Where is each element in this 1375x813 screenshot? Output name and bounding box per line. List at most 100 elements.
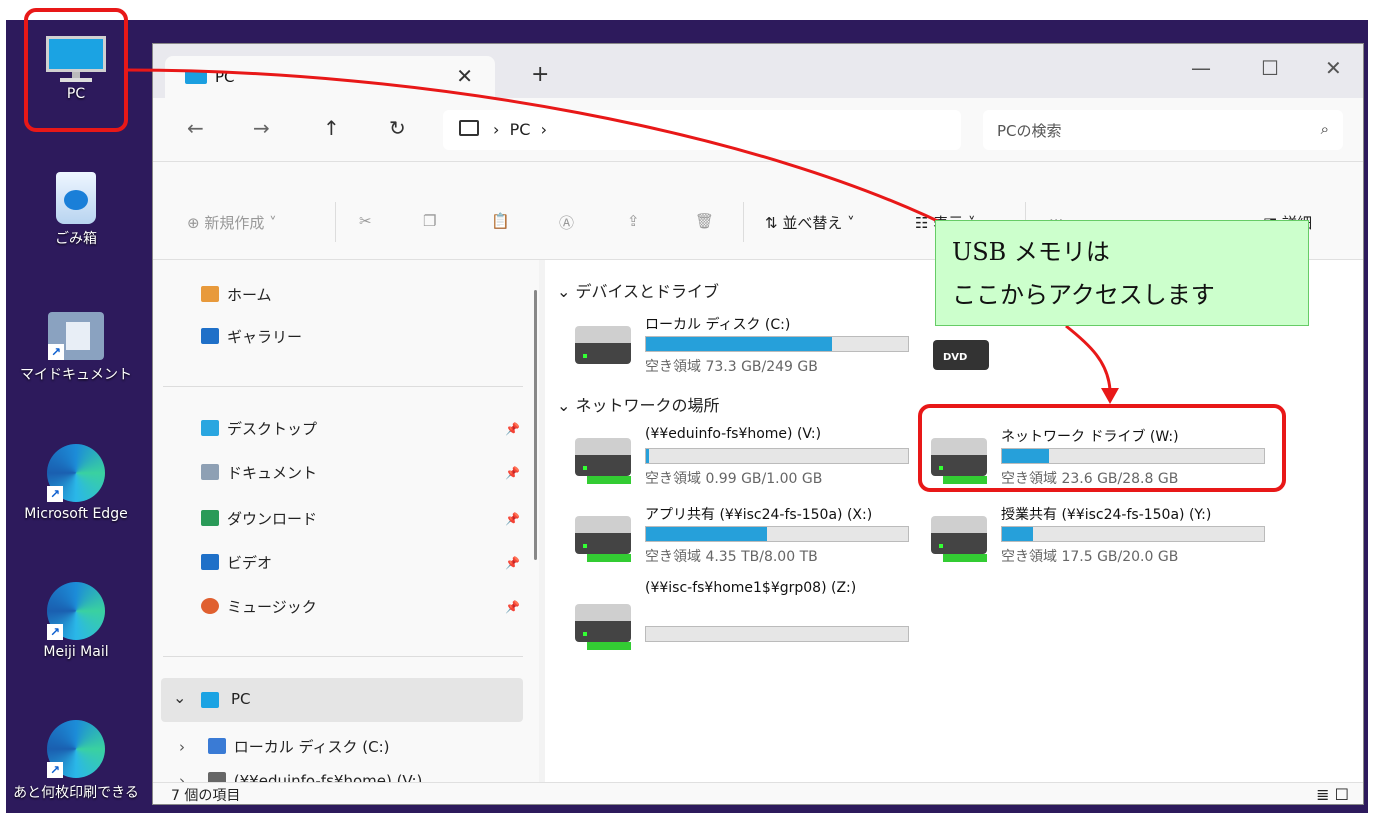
nav-item-label: ミュージック: [227, 598, 317, 616]
music-icon: [201, 598, 219, 614]
drive-y[interactable]: 授業共有 (¥¥isc24-fs-150a) (Y:) 空き領域 17.5 GB…: [931, 504, 1271, 565]
edge-icon: ↗: [47, 582, 105, 640]
dvd-drive[interactable]: DVD: [933, 330, 989, 374]
network-drive-icon: [575, 604, 631, 650]
documents-folder-icon: ↗: [48, 312, 104, 360]
monitor-icon: [459, 120, 479, 136]
tab-pc[interactable]: PC ✕: [165, 56, 495, 98]
nav-item-gallery[interactable]: ギャラリー: [201, 326, 302, 347]
callout-line-2: ここからアクセスします: [952, 281, 1215, 309]
nav-item-pc[interactable]: ⌄ PC: [161, 678, 523, 722]
minimize-button[interactable]: —: [1191, 56, 1211, 80]
monitor-icon: [201, 692, 219, 708]
nav-item-label: ギャラリー: [227, 328, 303, 346]
network-drive-icon: [575, 438, 631, 484]
rename-icon[interactable]: Ⓐ: [559, 212, 574, 233]
drive-c[interactable]: ローカル ディスク (C:) 空き領域 73.3 GB/249 GB: [575, 314, 915, 375]
pin-icon: 📌: [505, 556, 520, 570]
new-button[interactable]: ⊕ 新規作成 ˅: [187, 212, 277, 233]
address-bar-row: ← → ↑ ↻ › PC › PCの検索 ⌕: [153, 98, 1363, 162]
divider: [743, 202, 744, 242]
delete-icon[interactable]: 🗑: [695, 212, 714, 230]
local-drive-icon: [575, 326, 631, 364]
video-icon: [201, 554, 219, 570]
pin-icon: 📌: [505, 512, 520, 526]
status-bar: 7 個の項目 ≣ ☐: [153, 782, 1363, 804]
cut-icon[interactable]: ✂: [359, 212, 372, 230]
shortcut-arrow-icon: ↗: [48, 344, 64, 360]
highlight-network-drive: [918, 404, 1286, 492]
desktop-icon-my-documents[interactable]: ↗ マイドキュメント: [6, 312, 146, 384]
nav-item-music[interactable]: ミュージック: [201, 596, 317, 617]
drive-usage-fill: [646, 449, 649, 463]
desktop-icon-meiji-mail[interactable]: ↗ Meiji Mail: [6, 582, 146, 660]
drive-usage-fill: [646, 337, 833, 351]
nav-item-label: デスクトップ: [227, 420, 318, 438]
drive-usage-bar: [645, 526, 909, 542]
chevron-right-icon[interactable]: ›: [179, 738, 185, 756]
desktop-icon-print-count[interactable]: ↗ あと何枚印刷できる: [6, 720, 146, 802]
breadcrumb: › PC ›: [493, 120, 547, 139]
new-tab-button[interactable]: +: [531, 62, 549, 87]
group-header-network[interactable]: ⌄ ネットワークの場所: [557, 392, 720, 416]
desktop-icon-label: Meiji Mail: [43, 644, 109, 660]
up-button[interactable]: ↑: [323, 116, 340, 140]
drive-name: アプリ共有 (¥¥isc24-fs-150a) (X:): [645, 507, 873, 523]
navigation-scrollbar[interactable]: [534, 290, 537, 560]
group-header-devices[interactable]: ⌄ デバイスとドライブ: [557, 278, 719, 302]
nav-item-documents[interactable]: ドキュメント: [201, 462, 317, 483]
pin-icon: 📌: [505, 466, 520, 480]
highlight-pc-icon: [24, 8, 128, 132]
maximize-button[interactable]: ☐: [1261, 56, 1279, 80]
dvd-label: DVD: [943, 352, 968, 363]
document-icon: [201, 464, 219, 480]
nav-item-desktop[interactable]: デスクトップ: [201, 418, 317, 439]
desktop-icon-label: ごみ箱: [55, 231, 97, 247]
shortcut-arrow-icon: ↗: [47, 762, 63, 778]
close-button[interactable]: ✕: [1325, 56, 1342, 80]
view-toggle-icons[interactable]: ≣ ☐: [1316, 785, 1349, 804]
drive-usage-fill: [646, 527, 767, 541]
nav-item-videos[interactable]: ビデオ: [201, 552, 272, 573]
search-placeholder: PCの検索: [997, 122, 1062, 140]
copy-icon[interactable]: ❐: [423, 212, 436, 230]
drive-free-space: 空き領域 0.99 GB/1.00 GB: [645, 471, 823, 487]
drive-icon: [207, 738, 226, 754]
navigation-pane: ホーム ギャラリー デスクトップ 📌 ドキュメント 📌 ダウンロード 📌 ビデオ…: [153, 260, 539, 790]
drive-free-space: 空き領域 17.5 GB/20.0 GB: [1001, 549, 1179, 565]
nav-item-label: ホーム: [227, 286, 272, 304]
pin-icon: 📌: [505, 600, 520, 614]
paste-icon[interactable]: 📋: [491, 212, 510, 230]
chevron-down-icon[interactable]: ⌄: [173, 688, 186, 707]
desktop-icon-label: あと何枚印刷できる: [13, 785, 139, 801]
pin-icon: 📌: [505, 422, 520, 436]
drive-x[interactable]: アプリ共有 (¥¥isc24-fs-150a) (X:) 空き領域 4.35 T…: [575, 504, 915, 565]
drive-z[interactable]: (¥¥isc-fs¥home1$¥grp08) (Z:): [575, 578, 915, 658]
desktop-icon-edge[interactable]: ↗ Microsoft Edge: [6, 444, 146, 522]
forward-button[interactable]: →: [253, 116, 270, 140]
nav-item-home[interactable]: ホーム: [201, 284, 272, 305]
nav-item-downloads[interactable]: ダウンロード: [201, 508, 317, 529]
callout-box: USB メモリは ここからアクセスします: [935, 220, 1309, 326]
desktop-icon-recycle-bin[interactable]: ごみ箱: [6, 172, 146, 248]
item-count: 7 個の項目: [171, 788, 241, 804]
drive-name: (¥¥isc-fs¥home1$¥grp08) (Z:): [645, 580, 857, 596]
nav-item-label: PC: [231, 690, 251, 708]
back-button[interactable]: ←: [187, 116, 204, 140]
divider: [163, 386, 523, 387]
nav-item-label: ビデオ: [227, 554, 273, 572]
nav-item-local-disk[interactable]: › ローカル ディスク (C:): [179, 736, 390, 757]
address-input[interactable]: › PC ›: [443, 110, 961, 150]
search-input[interactable]: PCの検索 ⌕: [983, 110, 1343, 150]
content-area: ⌄ デバイスとドライブ ローカル ディスク (C:) 空き領域 73.3 GB/…: [545, 260, 1363, 782]
drive-v[interactable]: (¥¥eduinfo-fs¥home) (V:) 空き領域 0.99 GB/1.…: [575, 426, 915, 487]
network-drive-icon: [575, 516, 631, 562]
refresh-button[interactable]: ↻: [389, 116, 406, 140]
share-icon[interactable]: ⇪: [627, 212, 640, 230]
tab-close-button[interactable]: ✕: [456, 64, 473, 88]
desktop-folder-icon: [201, 420, 219, 436]
nav-item-label: ダウンロード: [227, 510, 318, 528]
drive-usage-bar: [645, 336, 909, 352]
download-icon: [201, 510, 219, 526]
sort-button[interactable]: ⇅ 並べ替え ˅: [765, 212, 855, 233]
